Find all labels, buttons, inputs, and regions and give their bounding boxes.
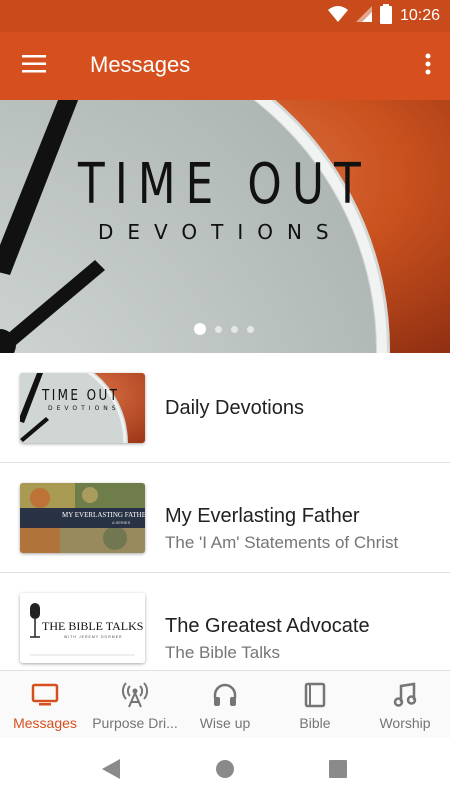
thumbnail-bible-talks: THE BIBLE TALKS WITH JEREMY DORMER	[20, 593, 145, 663]
nav-tab-purpose-driven[interactable]: Purpose Dri...	[90, 671, 180, 739]
thumbnail-everlasting-father: MY EVERLASTING FATHER A SERIES	[20, 483, 145, 553]
wifi-icon	[327, 5, 348, 27]
thumbnail-subtitle: A SERIES	[112, 520, 131, 525]
list-item-daily-devotions[interactable]: TIME OUT DEVOTIONS Daily Devotions	[0, 353, 450, 463]
more-vert-icon	[425, 53, 431, 80]
cell-signal-icon	[355, 5, 372, 27]
page-title: Messages	[90, 52, 191, 77]
status-time: 10:26	[399, 7, 440, 24]
thumbnail-subtitle: DEVOTIONS	[48, 405, 120, 412]
nav-label: Wise up	[199, 715, 251, 731]
home-button[interactable]	[215, 758, 235, 785]
headphones-icon	[212, 681, 238, 709]
hamburger-icon	[22, 54, 46, 78]
banner-title: TIME OUT	[78, 152, 371, 217]
nav-tab-messages[interactable]: Messages	[0, 671, 90, 739]
system-navigation-bar	[0, 738, 450, 800]
nav-tab-wise-up[interactable]: Wise up	[180, 671, 270, 739]
recents-square-icon	[328, 760, 348, 784]
thumbnail-title: THE BIBLE TALKS	[42, 619, 144, 633]
carousel-dot[interactable]	[247, 325, 254, 333]
nav-label: Bible	[299, 715, 331, 731]
list-item-title: The Greatest Advocate	[165, 615, 370, 637]
nav-label: Purpose Dri...	[92, 715, 178, 731]
nav-label: Messages	[13, 715, 77, 731]
status-bar: 10:26	[0, 0, 450, 32]
nav-tab-bible[interactable]: Bible	[270, 671, 360, 739]
list-item-subtitle: The 'I Am' Statements of Christ	[165, 533, 399, 552]
broadcast-icon	[121, 681, 149, 709]
thumbnail-title: MY EVERLASTING FATHER	[62, 511, 145, 519]
book-icon	[303, 681, 327, 709]
list-item-greatest-advocate[interactable]: THE BIBLE TALKS WITH JEREMY DORMER The G…	[0, 573, 450, 670]
status-icons: 10:26	[327, 3, 440, 29]
carousel-dot-active[interactable]	[194, 323, 206, 335]
featured-banner[interactable]: TIME OUT DEVOTIONS	[0, 100, 450, 353]
recents-button[interactable]	[328, 758, 348, 785]
list-item-title: Daily Devotions	[165, 397, 304, 419]
list-item-my-everlasting-father[interactable]: MY EVERLASTING FATHER A SERIES My Everla…	[0, 463, 450, 573]
nav-label: Worship	[379, 715, 431, 731]
carousel-dot[interactable]	[231, 325, 238, 333]
thumbnail-title: TIME OUT	[42, 386, 120, 404]
list-item-subtitle: The Bible Talks	[165, 643, 280, 662]
carousel-indicator	[194, 323, 254, 335]
music-note-icon	[393, 681, 417, 709]
thumbnail-time-out: TIME OUT DEVOTIONS	[20, 373, 145, 443]
menu-button[interactable]	[14, 46, 54, 86]
overflow-menu-button[interactable]	[416, 46, 440, 86]
nav-tab-worship[interactable]: Worship	[360, 671, 450, 739]
tv-icon	[31, 681, 59, 709]
message-series-list: TIME OUT DEVOTIONS Daily Devotions MY EV…	[0, 353, 450, 670]
carousel-dot[interactable]	[215, 325, 222, 333]
back-triangle-icon	[101, 759, 121, 784]
app-bar: Messages	[0, 32, 450, 100]
back-button[interactable]	[101, 758, 121, 785]
bottom-navigation: Messages Purpose Dri... Wise up Bible Wo…	[0, 670, 450, 738]
home-circle-icon	[215, 760, 235, 784]
banner-subtitle: DEVOTIONS	[98, 220, 343, 244]
list-item-title: My Everlasting Father	[165, 505, 360, 527]
battery-icon	[379, 3, 392, 29]
thumbnail-subtitle: WITH JEREMY DORMER	[64, 635, 123, 639]
